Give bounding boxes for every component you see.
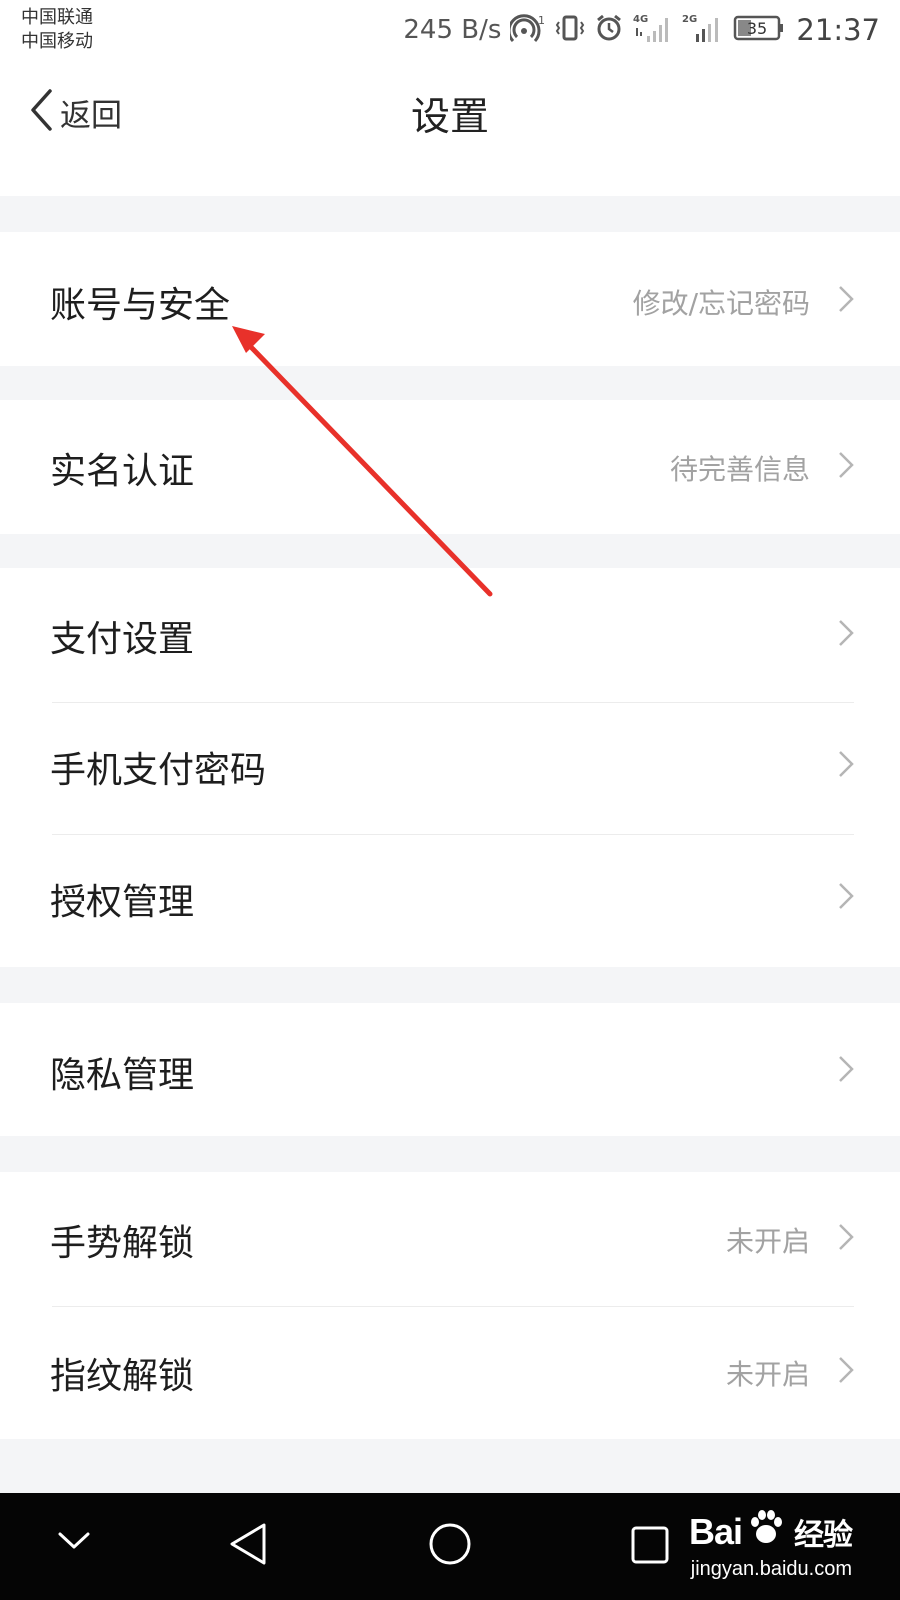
- paw-logo-icon: [746, 1507, 786, 1556]
- square-recent-icon: [631, 1526, 669, 1564]
- row-value: 未开启: [725, 1358, 810, 1391]
- row-value: 修改/忘记密码: [632, 287, 810, 320]
- battery-level: 35: [747, 19, 767, 38]
- row-label: 支付设置: [50, 619, 195, 660]
- settings-row-authorization[interactable]: 授权管理: [0, 835, 900, 967]
- row-label: 隐私管理: [50, 1055, 195, 1096]
- section-gap: [0, 366, 900, 400]
- row-value: 未开启: [725, 1225, 810, 1258]
- vibrate-icon: [555, 13, 585, 47]
- row-label: 指纹解锁: [50, 1356, 195, 1397]
- net-speed: 245 B/s: [403, 15, 502, 45]
- network-2-label: 2G: [682, 14, 697, 25]
- settings-row-phone-pay-password[interactable]: 手机支付密码: [0, 703, 900, 834]
- alarm-icon: [594, 13, 624, 47]
- hotspot-icon: 1: [507, 13, 546, 47]
- chevron-right-icon: [839, 1357, 854, 1383]
- settings-row-account-security[interactable]: 账号与安全 修改/忘记密码: [0, 232, 900, 366]
- section-gap: [0, 1439, 900, 1493]
- watermark-brand-left: Bai: [688, 1510, 743, 1552]
- row-label: 手机支付密码: [50, 750, 267, 791]
- watermark-brand-right: 经验: [794, 1517, 853, 1553]
- signal-4g-icon: 4G: [633, 12, 673, 48]
- circle-home-icon: [429, 1523, 471, 1565]
- row-label: 账号与安全: [50, 285, 231, 326]
- carrier-1: 中国联通: [21, 7, 93, 28]
- status-icons: 245 B/s 1 4G 2G 35 21:37: [403, 10, 880, 50]
- chevron-right-icon: [839, 883, 854, 909]
- settings-row-payment[interactable]: 支付设置: [0, 568, 900, 702]
- section-gap: [0, 534, 900, 568]
- chevron-right-icon: [839, 620, 854, 646]
- hide-nav-button[interactable]: [56, 1529, 92, 1557]
- chevron-right-icon: [839, 452, 854, 478]
- hotspot-superscript: 1: [538, 14, 545, 27]
- triangle-back-icon: [230, 1523, 266, 1565]
- section-gap: [0, 196, 900, 232]
- settings-row-gesture-unlock[interactable]: 手势解锁 未开启: [0, 1172, 900, 1306]
- row-value: 待完善信息: [669, 453, 810, 486]
- clock: 21:37: [796, 13, 880, 47]
- system-recent-button[interactable]: [630, 1525, 670, 1569]
- signal-2g-icon: 2G: [682, 12, 724, 48]
- page-title: 设置: [410, 95, 489, 140]
- baidu-jingyan-watermark: Bai 经验 jingyan.baidu.com: [688, 1507, 853, 1581]
- system-home-button[interactable]: [428, 1522, 472, 1570]
- watermark-url: jingyan.baidu.com: [690, 1558, 852, 1580]
- row-label: 手势解锁: [50, 1223, 195, 1264]
- nav-bar: 返回 设置: [0, 60, 900, 172]
- chevron-right-icon: [839, 1056, 854, 1082]
- chevron-right-icon: [839, 286, 854, 312]
- settings-row-fingerprint-unlock[interactable]: 指纹解锁 未开启: [0, 1307, 900, 1439]
- settings-row-real-name[interactable]: 实名认证 待完善信息: [0, 400, 900, 534]
- row-label: 授权管理: [50, 882, 195, 923]
- section-gap: [0, 1136, 900, 1172]
- carrier-2: 中国移动: [21, 31, 93, 52]
- network-1-label: 4G: [633, 14, 648, 25]
- chevron-down-icon: [58, 1532, 90, 1549]
- system-nav-bar: Bai 经验 jingyan.baidu.com: [0, 1493, 900, 1600]
- chevron-right-icon: [839, 751, 854, 777]
- row-label: 实名认证: [50, 451, 195, 492]
- system-back-button[interactable]: [228, 1521, 268, 1571]
- settings-row-privacy[interactable]: 隐私管理: [0, 1003, 900, 1136]
- carrier-labels: 中国联通 中国移动: [21, 6, 93, 54]
- status-bar: 中国联通 中国移动 245 B/s 1 4G 2G 35 21:37: [0, 0, 900, 60]
- battery-icon: 35: [733, 13, 785, 47]
- section-gap: [0, 967, 900, 1003]
- watermark-brand: Bai 经验: [688, 1507, 853, 1556]
- chevron-right-icon: [839, 1224, 854, 1250]
